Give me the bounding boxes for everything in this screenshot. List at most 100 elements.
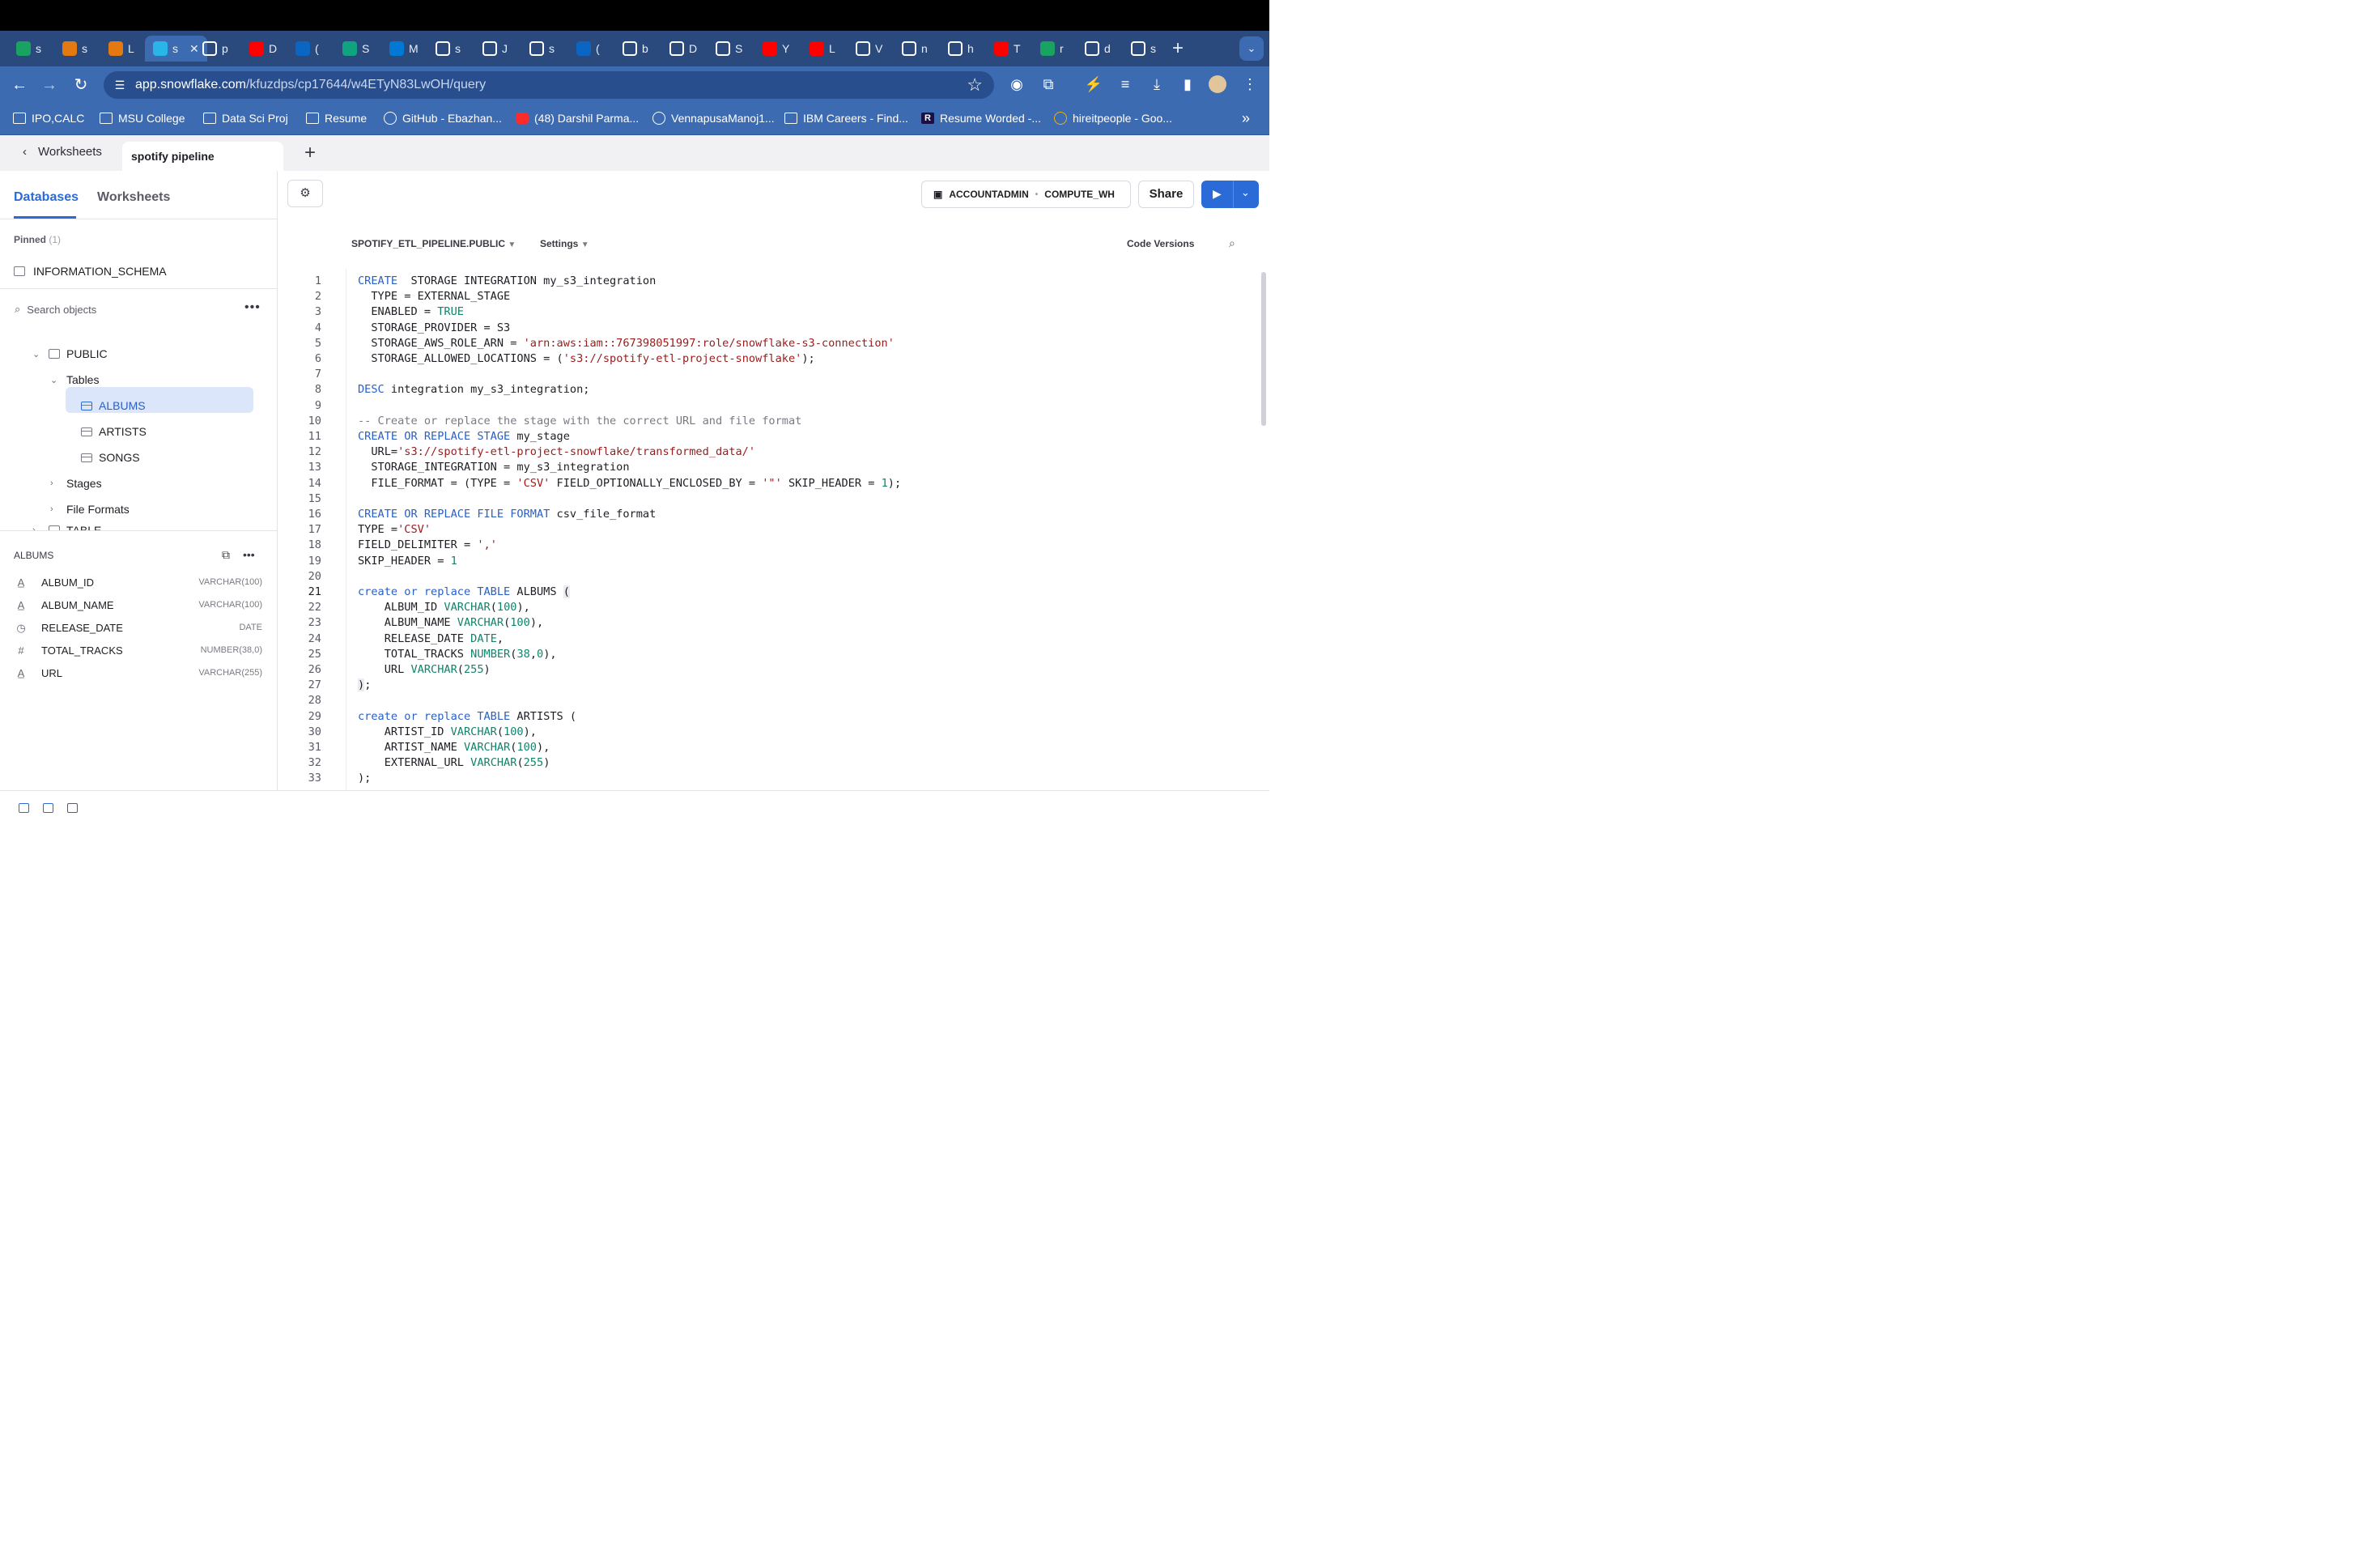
profile-avatar[interactable] [1209,75,1226,93]
chevron-down-icon[interactable]: ⌄ [1241,186,1250,199]
code-line[interactable]: CREATE STORAGE INTEGRATION my_s3_integra… [358,274,656,287]
code-line[interactable]: -- Create or replace the stage with the … [358,415,801,427]
run-button[interactable]: ▶ ⌄ [1201,181,1259,208]
browser-tab[interactable]: ( [295,36,319,61]
bookmark-item[interactable]: Data Sci Proj [203,112,288,125]
browser-tab[interactable]: D [669,36,697,61]
code-line[interactable]: STORAGE_PROVIDER = S3 [358,321,510,334]
code-versions-button[interactable]: Code Versions [1127,238,1194,249]
tree-tables-folder[interactable]: ⌄ Tables [50,373,99,386]
browser-tab[interactable]: V [856,36,882,61]
code-line[interactable]: CREATE OR REPLACE STAGE my_stage [358,430,570,443]
code-line[interactable]: ENABLED = TRUE [358,305,464,318]
share-button[interactable]: Share [1138,181,1194,208]
settings-dropdown[interactable]: Settings ▼ [540,238,589,249]
bookmark-item[interactable]: IBM Careers - Find... [784,112,908,125]
code-line[interactable]: STORAGE_ALLOWED_LOCATIONS = ('s3://spoti… [358,352,814,365]
code-line[interactable]: URL='s3://spotify-etl-project-snowflake/… [358,445,755,458]
browser-tab[interactable]: s [436,36,461,61]
add-worksheet-button[interactable]: + [304,142,316,164]
browser-tab[interactable]: p [202,36,228,61]
code-line[interactable]: ); [358,772,371,785]
browser-tab[interactable]: b [623,36,648,61]
search-icon[interactable]: ⌕ [1229,236,1235,250]
browser-tab[interactable]: T [994,36,1021,61]
browser-tab[interactable]: d [1085,36,1111,61]
bookmark-item[interactable]: MSU College [100,112,185,125]
tree-table-albums[interactable]: ALBUMS [81,399,146,412]
pinned-item[interactable]: INFORMATION_SCHEMA [14,265,167,278]
bookmark-item[interactable]: hireitpeople - Goo... [1054,112,1172,125]
code-line[interactable]: EXTERNAL_URL VARCHAR(255) [358,756,550,769]
bookmarks-overflow-icon[interactable]: » [1242,110,1250,127]
browser-tab[interactable]: M [389,36,419,61]
code-line[interactable]: CREATE OR REPLACE FILE FORMAT csv_file_f… [358,508,656,521]
code-line[interactable]: TYPE ='CSV' [358,523,431,536]
tab-worksheets[interactable]: Worksheets [97,190,170,205]
code-line[interactable]: FIELD_DELIMITER = ',' [358,538,497,551]
browser-menu-icon[interactable]: ⋮ [1239,74,1260,95]
editor-scrollbar[interactable] [1261,272,1266,426]
column-row[interactable]: A̲ ALBUM_ID VARCHAR(100) [0,572,277,595]
toggle-editor-icon[interactable] [43,803,53,813]
code-line[interactable]: TYPE = EXTERNAL_STAGE [358,290,510,303]
reload-icon[interactable]: ↻ [70,74,92,96]
browser-tab[interactable]: L [810,36,835,61]
browser-tab[interactable]: L [108,36,134,61]
browser-tab[interactable]: Y [763,36,789,61]
grammarly-extension-icon[interactable]: ◉ [1006,74,1027,95]
toggle-sidebar-icon[interactable] [19,803,29,813]
code-line[interactable]: SKIP_HEADER = 1 [358,555,457,568]
code-line[interactable]: RELEASE_DATE DATE, [358,632,504,645]
code-line[interactable]: STORAGE_INTEGRATION = my_s3_integration [358,461,629,474]
toggle-results-icon[interactable] [67,803,78,813]
filter-settings-button[interactable]: ⚙ [287,180,323,207]
bookmark-item[interactable]: GitHub - Ebazhan... [384,112,502,125]
database-context-selector[interactable]: SPOTIFY_ETL_PIPELINE.PUBLIC ▼ [351,238,516,249]
address-bar[interactable]: ☰ app.snowflake.com/kfuzdps/cp17644/w4ET… [104,71,994,99]
browser-tab[interactable]: r [1040,36,1064,61]
tree-stages-folder[interactable]: › Stages [50,477,102,490]
browser-tab[interactable]: J [482,36,508,61]
extensions-icon[interactable]: ⧉ [1038,74,1059,95]
browser-tab[interactable]: D [249,36,277,61]
search-objects-input[interactable]: ⌕ Search objects [15,303,96,316]
browser-tab[interactable]: s [16,36,41,61]
preview-icon[interactable]: ⧉ [222,548,230,562]
browser-tab[interactable]: s [1131,36,1156,61]
browser-tab[interactable]: S [342,36,369,61]
code-line[interactable]: ALBUM_NAME VARCHAR(100), [358,616,543,629]
forward-icon[interactable]: → [38,74,61,96]
browser-tab[interactable]: s ✕ [145,36,207,62]
bookmark-item[interactable]: R Resume Worded -... [921,112,1041,125]
code-line[interactable]: create or replace TABLE ARTISTS ( [358,710,576,723]
browser-tab[interactable]: s [62,36,87,61]
browser-tab[interactable]: n [902,36,928,61]
tab-databases[interactable]: Databases [14,190,79,205]
browser-tab[interactable]: h [948,36,974,61]
code-line[interactable]: DESC integration my_s3_integration; [358,383,589,396]
close-tab-icon[interactable]: ✕ [189,42,199,56]
browser-tab[interactable]: S [716,36,742,61]
code-line[interactable]: STORAGE_AWS_ROLE_ARN = 'arn:aws:iam::767… [358,337,895,350]
worksheet-tab[interactable]: spotify pipeline [122,142,283,171]
bookmark-star-icon[interactable]: ☆ [967,74,983,96]
code-line[interactable]: ALBUM_ID VARCHAR(100), [358,601,530,614]
code-line[interactable]: ARTIST_NAME VARCHAR(100), [358,741,550,754]
browser-tab[interactable]: ( [576,36,600,61]
role-warehouse-selector[interactable]: ▣ ACCOUNTADMIN • COMPUTE_WH [921,181,1131,208]
column-row[interactable]: # TOTAL_TRACKS NUMBER(38,0) [0,640,277,663]
back-icon[interactable]: ← [8,74,31,96]
code-line[interactable]: create or replace TABLE ALBUMS ( [358,585,570,598]
worksheets-back-link[interactable]: ‹ Worksheets [23,145,102,159]
sql-editor[interactable]: 1 CREATE STORAGE INTEGRATION my_s3_integr… [278,269,1253,790]
code-line[interactable]: FILE_FORMAT = (TYPE = 'CSV' FIELD_OPTION… [358,477,901,490]
bookmark-item[interactable]: VennapusaManoj1... [652,112,775,125]
performance-icon[interactable]: ⚡ [1083,74,1104,95]
download-icon[interactable]: ⤓ [1146,74,1167,95]
side-panel-icon[interactable]: ▮ [1177,74,1198,95]
more-options-icon[interactable]: ••• [243,548,255,562]
bookmark-item[interactable]: Resume [306,112,367,125]
code-line[interactable]: ARTIST_ID VARCHAR(100), [358,725,537,738]
bookmark-item[interactable]: IPO,CALC [13,112,84,125]
